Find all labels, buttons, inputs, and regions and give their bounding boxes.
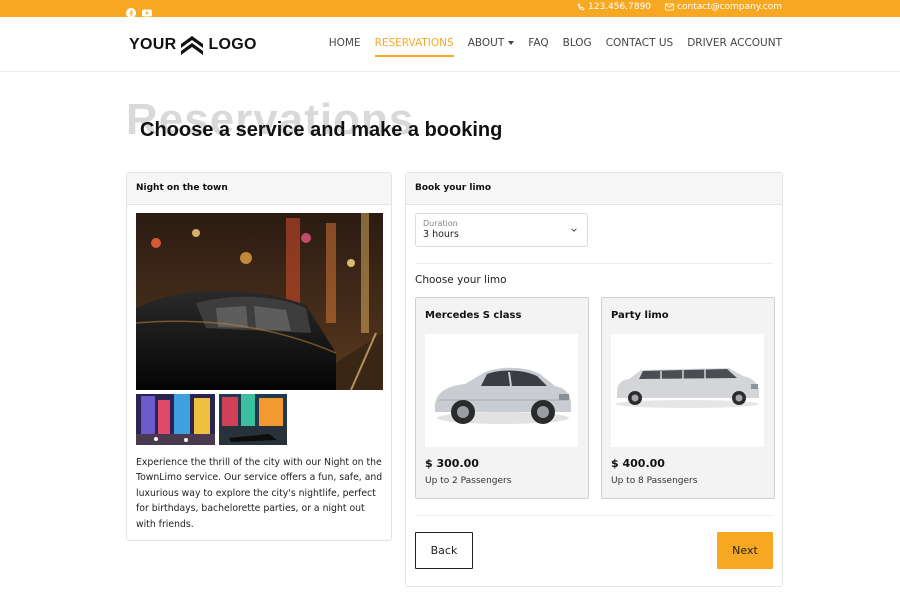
service-card-title: Night on the town bbox=[127, 173, 391, 205]
back-button[interactable]: Back bbox=[415, 532, 473, 569]
limo-option-mercedes[interactable]: Mercedes S class $ 300.00 Up to 2 Passen… bbox=[415, 297, 589, 499]
limo-name: Party limo bbox=[611, 310, 669, 321]
chevron-stack-icon bbox=[181, 36, 204, 55]
limo-price: $ 400.00 bbox=[611, 457, 665, 470]
youtube-icon[interactable] bbox=[142, 3, 152, 17]
service-card: Night on the town Experience the thrill … bbox=[126, 172, 392, 541]
divider bbox=[415, 263, 773, 264]
choose-limo-label: Choose your limo bbox=[415, 274, 507, 286]
nav-reservations[interactable]: RESERVATIONS bbox=[374, 37, 454, 57]
nav-home[interactable]: HOME bbox=[329, 37, 361, 57]
booking-card: Book your limo Duration 3 hours Choose y… bbox=[405, 172, 783, 587]
logo-text-left: YOUR bbox=[129, 36, 177, 53]
site-header: YOUR LOGO HOME RESERVATIONS ABOUT FAQ BL… bbox=[0, 17, 900, 72]
service-thumbnail-2[interactable] bbox=[219, 394, 287, 445]
duration-label: Duration bbox=[423, 219, 458, 228]
service-thumbnail-1[interactable] bbox=[136, 394, 215, 445]
limo-capacity: Up to 8 Passengers bbox=[611, 476, 698, 486]
logo-text-right: LOGO bbox=[208, 36, 257, 53]
divider bbox=[415, 515, 773, 516]
nav-about[interactable]: ABOUT bbox=[468, 37, 515, 57]
contact-info: 123.456.7890 contact@company.com bbox=[577, 2, 782, 12]
limo-option-party[interactable]: Party limo $ 400.00 Up to 8 Passengers bbox=[601, 297, 775, 499]
limo-image bbox=[425, 334, 578, 447]
service-main-photo[interactable] bbox=[136, 213, 383, 390]
page-title: Choose a service and make a booking bbox=[140, 119, 503, 141]
facebook-icon[interactable] bbox=[126, 3, 136, 18]
limo-capacity: Up to 2 Passengers bbox=[425, 476, 512, 486]
email-address: contact@company.com bbox=[677, 2, 782, 12]
nav-about-label: ABOUT bbox=[467, 37, 505, 49]
phone-icon bbox=[577, 3, 585, 11]
phone-link[interactable]: 123.456.7890 bbox=[577, 2, 651, 12]
mail-icon bbox=[665, 3, 674, 11]
email-link[interactable]: contact@company.com bbox=[665, 2, 782, 12]
nav-blog[interactable]: BLOG bbox=[563, 37, 592, 57]
limo-price: $ 300.00 bbox=[425, 457, 479, 470]
chevron-down-icon bbox=[571, 228, 577, 232]
service-description: Experience the thrill of the city with o… bbox=[136, 457, 383, 530]
phone-number: 123.456.7890 bbox=[588, 2, 652, 12]
duration-value: 3 hours bbox=[423, 229, 459, 240]
next-button[interactable]: Next bbox=[717, 532, 773, 569]
booking-card-title: Book your limo bbox=[406, 173, 782, 205]
caret-down-icon bbox=[508, 41, 515, 45]
limo-name: Mercedes S class bbox=[425, 310, 522, 321]
nav-contact-us[interactable]: CONTACT US bbox=[606, 37, 673, 57]
top-bar: 123.456.7890 contact@company.com bbox=[0, 0, 900, 18]
social-links bbox=[126, 3, 152, 18]
site-logo[interactable]: YOUR LOGO bbox=[129, 34, 257, 56]
duration-select[interactable]: Duration 3 hours bbox=[415, 213, 588, 247]
limo-image bbox=[611, 334, 764, 447]
main-nav: HOME RESERVATIONS ABOUT FAQ BLOG CONTACT… bbox=[329, 37, 782, 57]
nav-driver-account[interactable]: DRIVER ACCOUNT bbox=[687, 37, 782, 57]
nav-faq[interactable]: FAQ bbox=[528, 37, 548, 57]
